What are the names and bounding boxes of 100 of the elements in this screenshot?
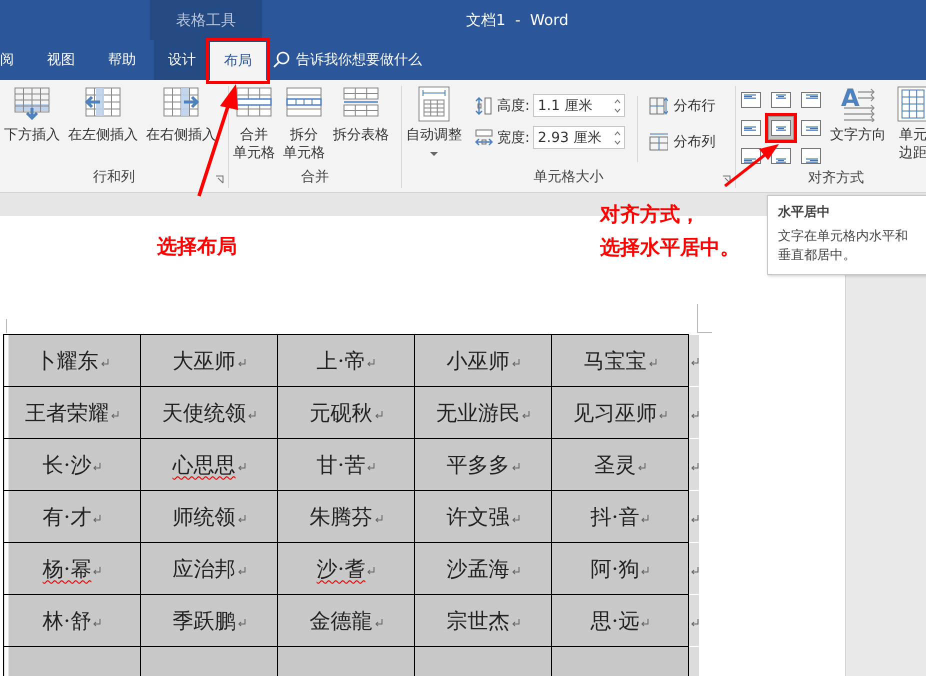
paragraph-mark-icon bbox=[236, 566, 246, 575]
paragraph-mark-icon bbox=[640, 514, 650, 523]
table-cell: 抖·音 bbox=[552, 490, 688, 542]
table-cell: 甘·苦 bbox=[278, 438, 414, 490]
paragraph-mark-icon bbox=[92, 514, 102, 523]
align-button[interactable] bbox=[768, 116, 794, 140]
ribbon-tab[interactable]: 帮助 bbox=[94, 40, 150, 80]
paragraph-mark-icon bbox=[236, 358, 246, 367]
column-width-icon bbox=[474, 128, 494, 148]
group-label: 行和列 bbox=[92, 168, 136, 187]
paragraph-mark-icon bbox=[510, 462, 520, 471]
table-cell: 许文强 bbox=[414, 490, 552, 542]
paragraph-mark-icon bbox=[510, 514, 520, 523]
table-cell: 天使统领 bbox=[140, 386, 278, 438]
tooltip-title: 水平居中 bbox=[778, 204, 831, 221]
paragraph-mark-icon bbox=[690, 357, 699, 366]
ribbon-button[interactable]: 拆分 单元格 bbox=[281, 86, 327, 162]
tell-me-field[interactable]: 告诉我你想要做什么 bbox=[296, 51, 422, 69]
paragraph-mark-icon bbox=[637, 462, 646, 471]
paragraph-mark-icon bbox=[690, 410, 699, 419]
table-cell: 金德龍 bbox=[278, 594, 414, 646]
distribute-columns-icon bbox=[648, 132, 668, 152]
paragraph-mark-icon bbox=[92, 566, 102, 575]
paragraph-mark-icon bbox=[640, 618, 650, 627]
paragraph-mark-icon bbox=[690, 514, 699, 523]
annotation-label: 对齐方式， 选择水平居中。 bbox=[600, 201, 740, 261]
ribbon-button[interactable]: 拆分表格 bbox=[331, 86, 391, 144]
window-title: 文档1 - Word bbox=[466, 10, 569, 30]
table-cell: 师统领 bbox=[140, 490, 278, 542]
dialog-launcher-icon[interactable] bbox=[215, 175, 224, 184]
table-cell: 卜耀东 bbox=[4, 334, 140, 386]
table-cell: 大巫师 bbox=[140, 334, 278, 386]
group-label: 对齐方式 bbox=[807, 169, 865, 188]
paragraph-mark-icon bbox=[510, 566, 520, 575]
group-label: 合并 bbox=[300, 168, 330, 187]
paragraph-mark-icon bbox=[236, 514, 246, 523]
paragraph-mark-icon bbox=[247, 410, 256, 419]
paragraph-mark-icon bbox=[366, 566, 376, 575]
table-cell: 王者荣耀 bbox=[4, 386, 140, 438]
paragraph-mark-icon bbox=[110, 410, 119, 419]
ribbon-tab[interactable]: 视图 bbox=[33, 40, 89, 80]
paragraph-mark-icon bbox=[92, 462, 102, 471]
paragraph-mark-icon bbox=[521, 410, 530, 419]
table-cell: 马宝宝 bbox=[552, 334, 688, 386]
table-cell: 元砚秋 bbox=[278, 386, 414, 438]
ribbon-button[interactable]: 在左侧插入 bbox=[66, 86, 140, 144]
paragraph-mark-icon bbox=[100, 358, 108, 367]
table-cell: 阿·狗 bbox=[552, 542, 688, 594]
ribbon-dropdown-button[interactable]: 自动调整 bbox=[404, 86, 464, 156]
paragraph-mark-icon bbox=[374, 410, 382, 419]
table-cell: 朱腾芬 bbox=[278, 490, 414, 542]
table-cell: 长·沙 bbox=[4, 438, 140, 490]
table-cell: 应治邦 bbox=[140, 542, 278, 594]
tooltip-text: 文字在单元格内水平和 垂直都居中。 bbox=[778, 228, 909, 265]
ribbon-button[interactable]: 分布列 bbox=[648, 132, 716, 152]
annotation-label: 选择布局 bbox=[157, 233, 237, 260]
table-cell: 杨·幂 bbox=[4, 542, 140, 594]
search-icon[interactable] bbox=[272, 51, 290, 69]
caret-icon bbox=[430, 152, 438, 156]
ribbon-button[interactable]: A 文字方向 bbox=[828, 86, 888, 144]
paragraph-mark-icon bbox=[92, 618, 102, 627]
highlight-frame bbox=[206, 38, 270, 84]
paragraph-mark-icon bbox=[236, 618, 246, 627]
field-label: 高度: bbox=[497, 96, 530, 114]
table-cell: 平多多 bbox=[414, 438, 552, 490]
highlight-frame bbox=[765, 113, 797, 143]
table-cell: 有·才 bbox=[4, 490, 140, 542]
spin-field[interactable]: 1.1 厘米 bbox=[532, 94, 625, 117]
table-cell: 宗世杰 bbox=[414, 594, 552, 646]
table-cell: 林·舒 bbox=[4, 594, 140, 646]
distribute-rows-icon bbox=[648, 96, 668, 116]
spin-field[interactable]: 2.93 厘米 bbox=[532, 126, 625, 149]
table-cell: 见习巫师 bbox=[552, 386, 688, 438]
paragraph-mark-icon bbox=[640, 566, 650, 575]
field-label: 宽度: bbox=[497, 128, 530, 146]
paragraph-mark-icon bbox=[366, 462, 376, 471]
ribbon-tab[interactable]: 阅 bbox=[0, 40, 28, 80]
margin-corner-mark bbox=[697, 304, 712, 333]
paragraph-mark-icon bbox=[658, 410, 667, 419]
table-cell: 无业游民 bbox=[414, 386, 552, 438]
table-down-arrow-icon bbox=[13, 86, 51, 122]
table-cell: 思·远 bbox=[552, 594, 688, 646]
paragraph-mark-icon bbox=[690, 618, 699, 627]
paragraph-mark-icon bbox=[648, 358, 656, 367]
ribbon-tab[interactable]: 布局 bbox=[210, 42, 266, 80]
paragraph-mark-icon bbox=[366, 358, 376, 367]
ribbon-button[interactable]: 分布行 bbox=[648, 96, 716, 116]
row-height-icon bbox=[474, 96, 494, 116]
table-cell: 小巫师 bbox=[414, 334, 552, 386]
table-cell: 沙·耆 bbox=[278, 542, 414, 594]
table-cell: 沙孟海 bbox=[414, 542, 552, 594]
group-label: 单元格大小 bbox=[532, 168, 604, 187]
ribbon-button[interactable]: 在右侧插入 bbox=[144, 86, 218, 144]
paragraph-mark-icon bbox=[374, 514, 382, 523]
paragraph-mark-icon bbox=[690, 566, 699, 575]
table-cell: 上·帝 bbox=[278, 334, 414, 386]
ribbon-button[interactable]: 下方插入 bbox=[2, 86, 62, 144]
arrow bbox=[724, 144, 779, 188]
paragraph-mark-icon bbox=[374, 618, 382, 627]
dialog-launcher-icon[interactable] bbox=[722, 175, 731, 184]
